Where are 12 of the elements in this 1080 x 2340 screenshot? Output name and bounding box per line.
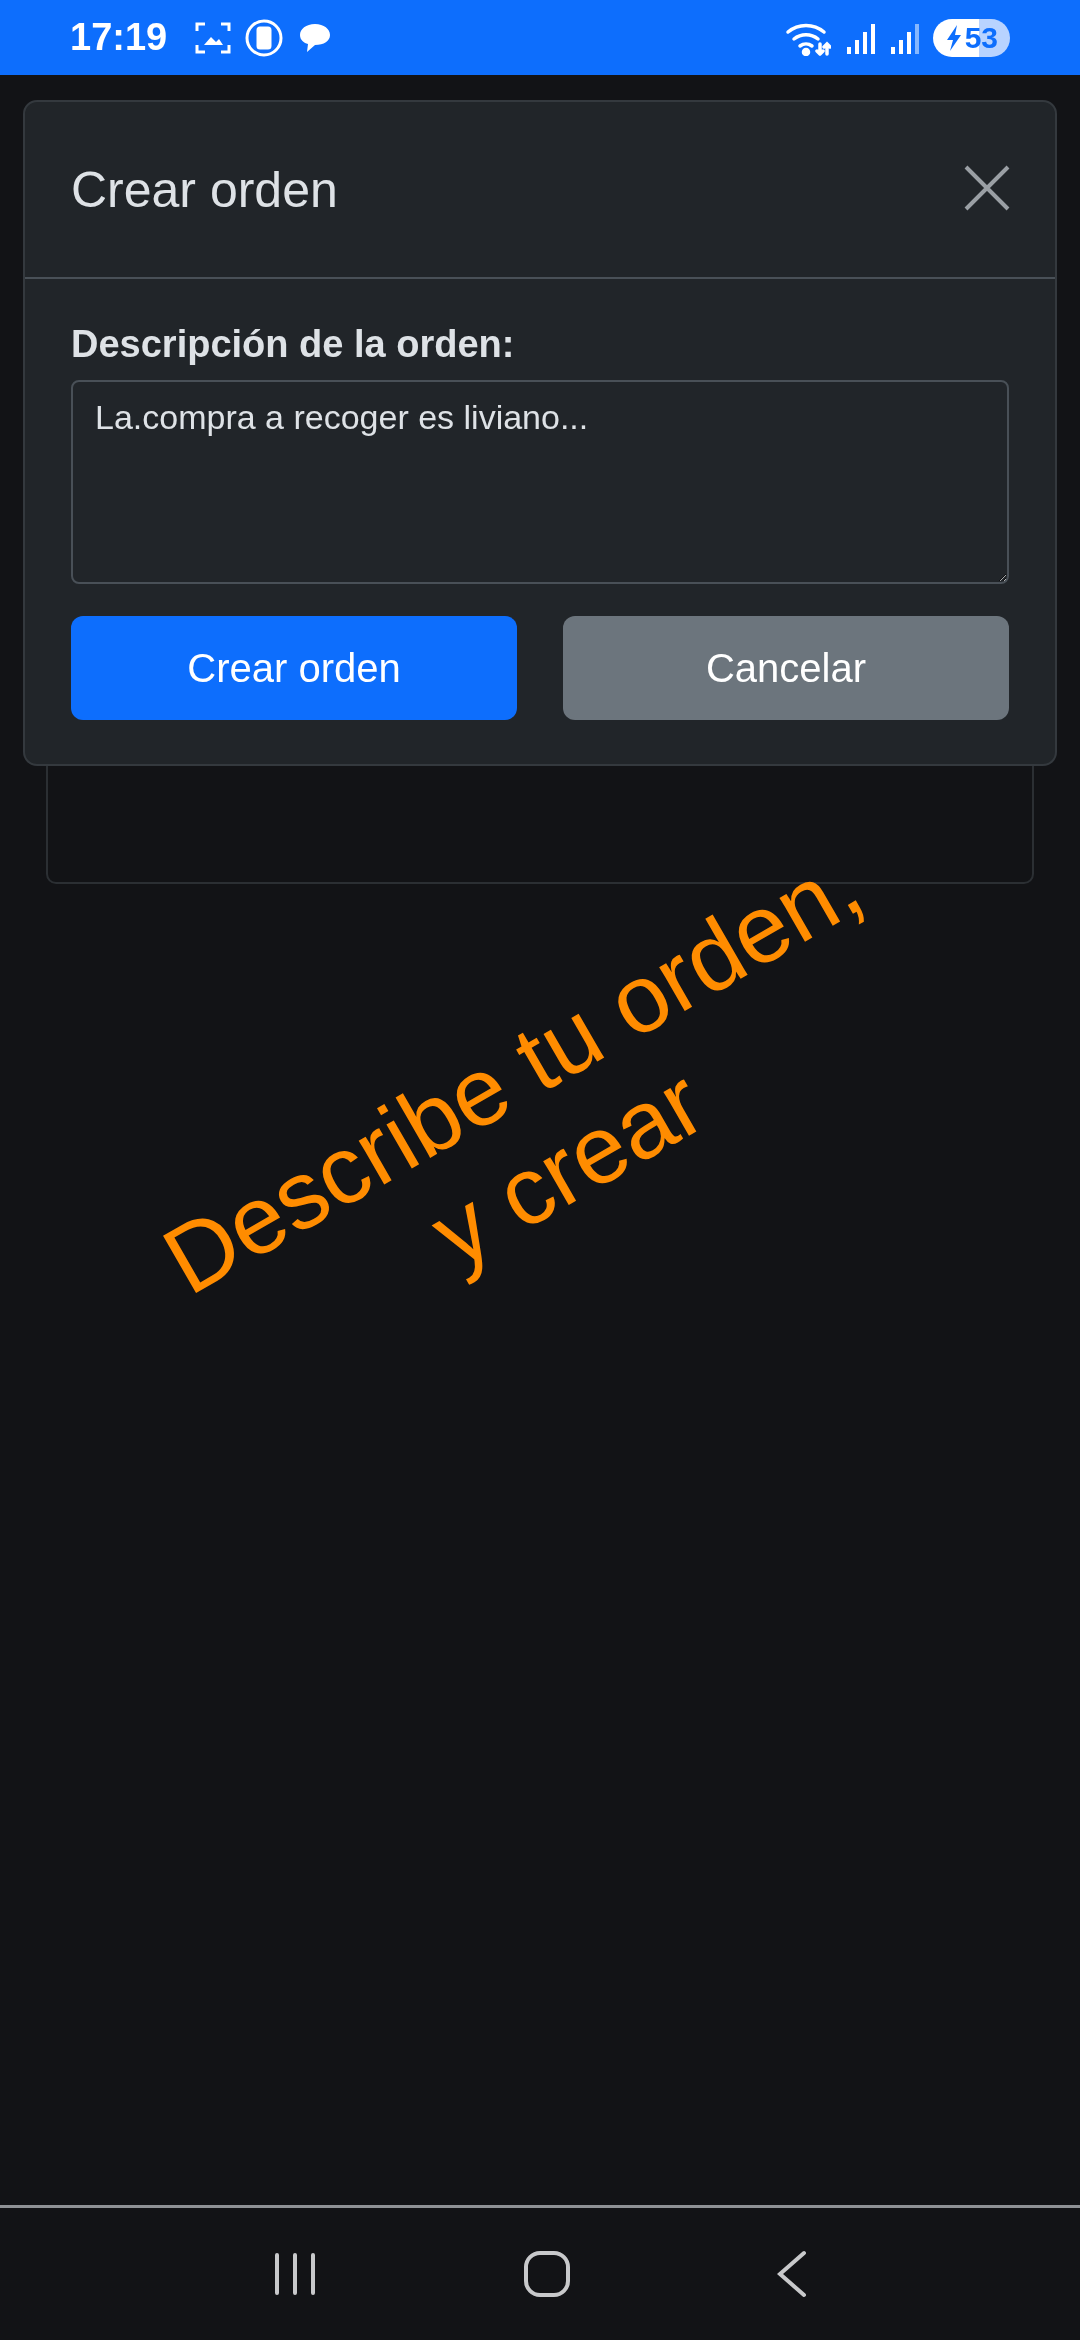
- home-icon[interactable]: [523, 2250, 571, 2298]
- dialog-title: Crear orden: [71, 160, 338, 219]
- recent-apps-icon[interactable]: [273, 2252, 317, 2296]
- create-order-button[interactable]: Crear orden: [71, 616, 517, 720]
- gallery-icon: [195, 20, 232, 55]
- description-field[interactable]: La.compra a recoger es liviano...: [71, 380, 1009, 584]
- clock: 17:19: [70, 16, 168, 59]
- back-icon[interactable]: [777, 2250, 807, 2298]
- cancel-button[interactable]: Cancelar: [563, 616, 1009, 720]
- battery-indicator: 53: [932, 18, 1010, 57]
- phone-icon: [245, 18, 284, 57]
- field-label: Descripción de la orden:: [71, 323, 516, 366]
